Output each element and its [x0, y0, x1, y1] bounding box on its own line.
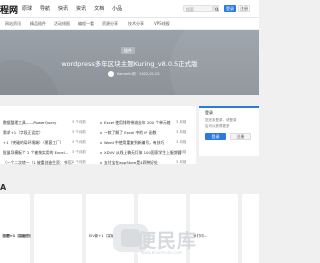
- bullet-icon: [100, 152, 102, 154]
- list-item-time: 3 月前: [176, 160, 187, 164]
- list-item-text: Excel 使用排附带减去年 200 个单元格: [104, 120, 171, 125]
- main-nav: 原球 导航 快讯 资讯 文档 小品: [22, 5, 130, 12]
- list-item-text: 一款了解了 Excel 中的 IF 函数: [104, 130, 157, 135]
- post-card[interactable]: [242, 194, 259, 263]
- post-card[interactable]: 查看+1（突破的）: [2, 194, 82, 263]
- list-item-text: 支付宝在appStore是4四种好处: [104, 160, 158, 165]
- hero-meta: Kamarlin的 · 2022-01-02: [108, 71, 160, 77]
- avatar: [108, 71, 114, 77]
- widget-login-button[interactable]: 登录: [205, 133, 226, 140]
- list-item[interactable]: 批量导模板个 2 个被按实用的 Excel...: [3, 150, 68, 156]
- list-item[interactable]: 一款了解了 Excel 中的 IF 函数: [100, 130, 156, 136]
- list-item[interactable]: 支付宝在appStore是4四种好处: [100, 160, 158, 166]
- list-item-time: 3 个月前: [72, 130, 86, 134]
- bullet-icon: [100, 142, 102, 144]
- list-item-time: 3 月前: [176, 120, 187, 124]
- nav-item[interactable]: 导航: [40, 5, 50, 12]
- nav-item[interactable]: 小品: [112, 5, 122, 12]
- list-item-time: 3 月前: [176, 130, 187, 134]
- watermark-text: 便民库: [137, 230, 198, 252]
- list-item-time: 3 月前: [176, 150, 187, 154]
- category-item[interactable]: 编程一看: [78, 21, 94, 27]
- list-item-time: 2 个月前: [72, 160, 86, 164]
- list-item-time: 3 个月前: [72, 120, 86, 124]
- widget-accent-bar: [199, 106, 259, 108]
- list-item[interactable]: Word 中使用重复到新编号，有技巧: [100, 140, 164, 146]
- category-item[interactable]: 技术分享: [128, 21, 144, 27]
- widget-text: 您还未登录，请登录: [205, 118, 237, 122]
- register-button[interactable]: 注册: [238, 5, 250, 12]
- search-input[interactable]: 搜索: [183, 5, 213, 12]
- post-card[interactable]: 多打印...: [190, 194, 238, 263]
- category-item[interactable]: 活动线报: [54, 21, 70, 27]
- nav-item[interactable]: 原球: [22, 5, 32, 12]
- category-nav: 网站资讯 精品插件 活动线报 编程一看 资源分享 技术分享 VPS线报: [0, 18, 259, 30]
- post-list-panel: 数据整理工具——PowerQuery 3 个月前 需求+1（字段正设定） 3 个…: [0, 106, 196, 166]
- category-item[interactable]: 网站资讯: [5, 21, 21, 27]
- watermark-url: www.bianminku.com: [141, 250, 183, 255]
- list-item-text: XDVV 从线上稿无灯体 100国家学生上服务器: [104, 150, 182, 155]
- list-item[interactable]: +1（突破的局环境端）（黑客工厂）: [3, 140, 64, 146]
- list-item[interactable]: 数据整理工具——PowerQuery: [3, 120, 56, 126]
- site-logo[interactable]: 程网: [0, 3, 18, 16]
- login-button[interactable]: 登录: [224, 5, 236, 12]
- search-icon[interactable]: [213, 5, 219, 12]
- hero-category-badge[interactable]: 插件: [121, 47, 135, 54]
- widget-register-button[interactable]: 注册: [230, 133, 251, 140]
- nav-item[interactable]: 快讯: [58, 5, 68, 12]
- nav-item[interactable]: 文档: [94, 5, 104, 12]
- list-item[interactable]: Excel 使用排附带减去年 200 个单元格: [100, 120, 171, 126]
- post-card-title[interactable]: 查看+1（突破的）: [2, 234, 32, 239]
- category-item[interactable]: VPS线报: [154, 21, 170, 27]
- bullet-icon: [100, 132, 102, 134]
- hero-title[interactable]: wordpress多年区块主题Kuring_v8.0.5正式版: [0, 58, 259, 68]
- category-item[interactable]: 精品插件: [30, 21, 46, 27]
- list-item-time: 3 个月前: [72, 150, 86, 154]
- section-title: A: [0, 183, 7, 192]
- list-item-text: Word 中使用重复到新编号，有技巧: [104, 140, 165, 145]
- widget-title: 登录: [205, 110, 213, 115]
- post-card[interactable]: 查看+1（突破的）: [0, 194, 33, 263]
- hero-author-time: Kamarlin的 · 2022-01-02: [117, 71, 160, 76]
- list-item-time: 3 月前: [176, 140, 187, 144]
- list-item[interactable]: XDVV 从线上稿无灯体 100国家学生上服务器: [100, 150, 181, 156]
- top-bar: 程网 原球 导航 快讯 资讯 文档 小品 搜索 登录 注册: [0, 0, 259, 18]
- bullet-icon: [100, 162, 102, 164]
- list-item[interactable]: （一个二次转一（1 被重创造生资：书写）: [3, 160, 75, 166]
- widget-text: 后可以获得更多: [205, 124, 230, 128]
- nav-item[interactable]: 资讯: [76, 5, 86, 12]
- list-item-time: 3 个月前: [72, 140, 86, 144]
- list-item[interactable]: 需求+1（字段正设定）: [3, 130, 43, 136]
- bullet-icon: [100, 122, 102, 124]
- category-item[interactable]: 资源分享: [102, 21, 118, 27]
- login-widget: 登录 您还未登录，请登录 后可以获得更多 登录 注册: [199, 106, 259, 156]
